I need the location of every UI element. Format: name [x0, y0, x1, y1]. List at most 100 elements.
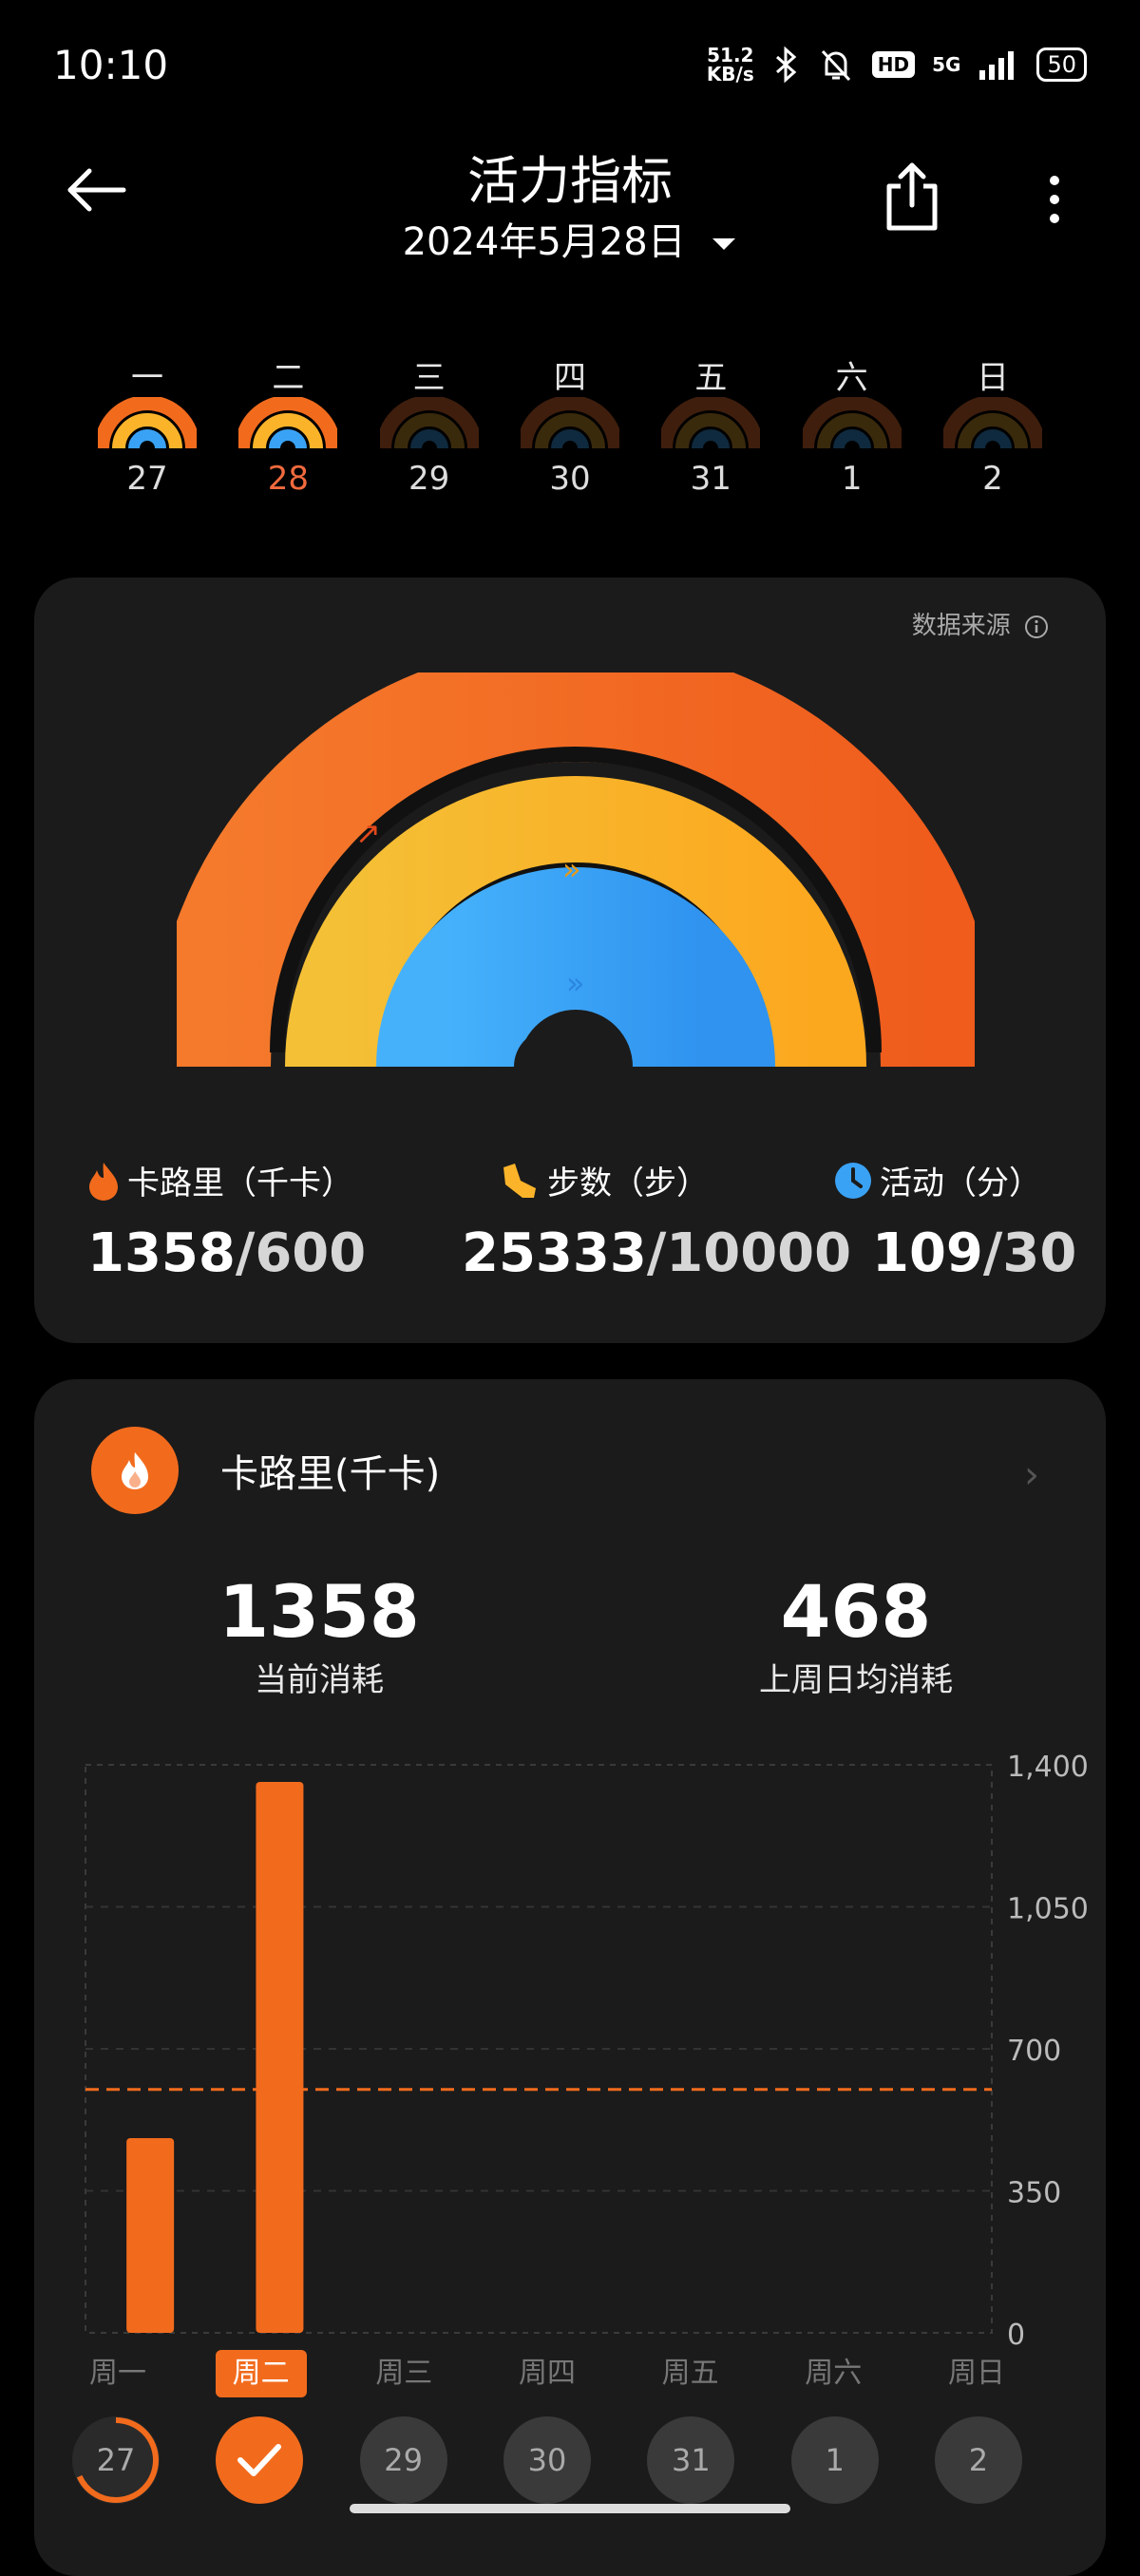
week-day[interactable]: 日 2	[939, 351, 1046, 498]
flame-icon	[122, 1452, 148, 1489]
activity-label-row: 活动（分）	[834, 1157, 1076, 1203]
mini-ring-empty-icon	[939, 395, 1046, 449]
chart-bar	[126, 2137, 175, 2333]
shoe-icon	[504, 1163, 536, 1198]
weekday-label: 六	[835, 359, 868, 397]
calories-label-row: 卡路里（千卡）	[87, 1157, 366, 1203]
y-tick-label: 1,400	[1007, 1751, 1089, 1784]
steps-label: 步数（步）	[547, 1165, 709, 1203]
mini-ring-empty-icon	[657, 395, 765, 449]
current-calories-stat: 1358 当前消耗	[177, 1569, 462, 1700]
week-day[interactable]: 六 1	[798, 351, 905, 498]
home-indicator[interactable]	[350, 2504, 790, 2513]
mini-ring-empty-icon	[375, 395, 483, 449]
chart-day-bubble[interactable]: 29	[359, 2416, 447, 2504]
weekday-label: 三	[412, 359, 446, 397]
current-calories-label: 当前消耗	[255, 1661, 384, 1699]
chart-day-bubbles: 27 29 30 31 1 2	[72, 2416, 1022, 2504]
week-strip: 一 27 二 28 三 29 四 30 五 31 六 1 日 2	[94, 351, 1046, 498]
chart-frame	[85, 1764, 993, 2334]
day-number: 1	[841, 460, 863, 498]
weekday-label: 一	[131, 359, 163, 397]
data-source-link[interactable]: 数据来源	[912, 606, 1049, 641]
week-day[interactable]: 五 31	[657, 351, 765, 498]
week-day-selected[interactable]: 二 28	[235, 351, 342, 498]
more-options-icon[interactable]	[1045, 173, 1064, 226]
flame-icon	[89, 1162, 118, 1201]
chart-day-tabs: 周一 周二 周三 周四 周五 周六 周日	[72, 2350, 1022, 2397]
hd-badge: HD	[871, 51, 916, 78]
steps-goal: /10000	[646, 1222, 852, 1284]
activity-goal: /30	[982, 1222, 1077, 1284]
net-speed-unit: KB/s	[706, 63, 754, 85]
chart-day-tab[interactable]: 周四	[502, 2350, 593, 2397]
bluetooth-icon	[775, 46, 797, 84]
net-speed-value: 51.2	[707, 44, 754, 66]
y-tick-label: 0	[1007, 2319, 1025, 2352]
y-tick-label: 1,050	[1007, 1893, 1089, 1926]
chart-day-tab[interactable]: 周五	[645, 2350, 736, 2397]
chart-day-tab[interactable]: 周三	[358, 2350, 449, 2397]
mini-ring-empty-icon	[516, 395, 623, 449]
day-number: 2	[982, 460, 1003, 498]
chart-day-tab[interactable]: 周二	[215, 2350, 307, 2397]
net-speed: 51.2 KB/s	[707, 46, 754, 84]
chart-day-bubble[interactable]: 31	[647, 2416, 735, 2504]
mini-ring-icon	[94, 395, 200, 449]
avg-calories-value: 468	[780, 1569, 932, 1654]
calorie-card-header: 卡路里(千卡)	[91, 1427, 440, 1514]
status-icons: 51.2 KB/s HD 5G 50	[707, 46, 1087, 84]
y-tick-label: 350	[1007, 2177, 1061, 2210]
chart-day-bubble[interactable]: 27	[72, 2416, 160, 2504]
chart-day-tab[interactable]: 周日	[931, 2350, 1022, 2397]
chevron-right-icon[interactable]: ›	[1024, 1453, 1039, 1497]
day-number: 31	[690, 460, 732, 498]
day-number: 29	[408, 460, 450, 498]
share-icon[interactable]	[882, 161, 942, 232]
weekday-label: 二	[272, 359, 305, 397]
avg-calories-label: 上周日均消耗	[759, 1661, 953, 1699]
calorie-bar-chart: 0 350 700 1,050 1,400	[85, 1751, 1089, 2352]
steps-current: 25333	[462, 1222, 647, 1284]
day-number: 27	[126, 460, 168, 498]
calories-label: 卡路里（千卡）	[127, 1165, 353, 1203]
weekday-label: 四	[553, 359, 586, 397]
signal-icon	[979, 51, 1015, 80]
week-day[interactable]: 四 30	[516, 351, 623, 498]
y-tick-label: 700	[1007, 2035, 1061, 2068]
network-type: 5G	[932, 53, 961, 76]
calories-value: 1358/600	[87, 1222, 366, 1284]
chart-day-bubble[interactable]: 30	[503, 2416, 591, 2504]
week-day[interactable]: 三 29	[375, 351, 483, 498]
chart-day-bubble[interactable]: 2	[934, 2416, 1022, 2504]
activity-summary-card: 数据来源 ↗ » » 卡路里（千卡） 1358/600 步数（步） 25333/…	[34, 578, 1106, 1343]
bell-off-icon	[821, 49, 850, 82]
calories-goal: /600	[235, 1222, 367, 1284]
weekday-label: 日	[976, 359, 1009, 397]
chart-day-tab[interactable]: 周一	[72, 2350, 163, 2397]
chart-day-tab[interactable]: 周六	[788, 2350, 879, 2397]
chart-day-bubble[interactable]: 1	[790, 2416, 879, 2504]
mini-ring-icon	[235, 395, 342, 449]
date-selector[interactable]: 2024年5月28日	[0, 211, 1140, 266]
data-source-label: 数据来源	[911, 612, 1011, 640]
steps-label-row: 步数（步）	[500, 1157, 851, 1203]
calories-current: 1358	[87, 1222, 236, 1284]
calorie-card-title: 卡路里(千卡)	[220, 1452, 441, 1496]
activity-rings-chart: ↗ » »	[177, 672, 975, 1090]
activity-current: 109	[872, 1222, 983, 1284]
date-label: 2024年5月28日	[402, 220, 686, 264]
info-icon	[1025, 615, 1048, 638]
day-number: 28	[267, 460, 309, 498]
steps-arrow-icon: »	[562, 851, 581, 887]
page-title: 活力指标	[467, 151, 673, 211]
current-calories-value: 1358	[218, 1569, 420, 1654]
clock-icon	[835, 1162, 871, 1199]
day-complete-check-icon[interactable]	[216, 2416, 304, 2504]
calorie-detail-card[interactable]: 卡路里(千卡) › 1358 当前消耗 468 上周日均消耗 0 350 700 1,…	[34, 1379, 1106, 2576]
activity-value: 109/30	[872, 1222, 1076, 1284]
week-day[interactable]: 一 27	[94, 351, 200, 498]
calorie-badge	[91, 1427, 179, 1514]
calories-arrow-icon: ↗	[355, 815, 381, 851]
steps-value: 25333/10000	[462, 1222, 851, 1284]
